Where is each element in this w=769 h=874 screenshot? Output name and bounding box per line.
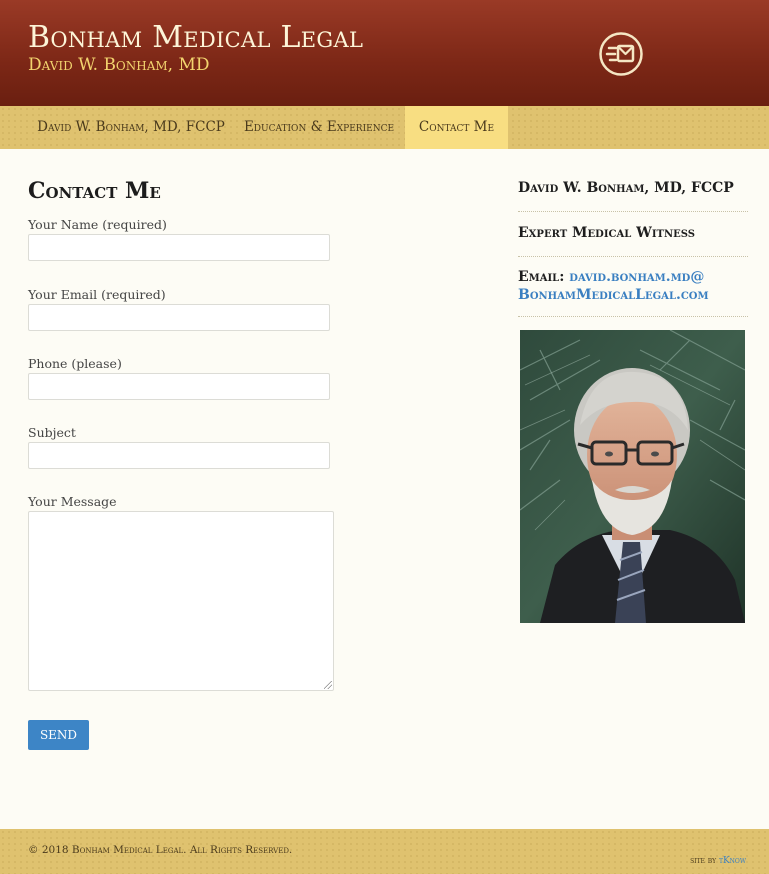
sidebar-name: David W. Bonham, MD, FCCP — [518, 180, 734, 196]
credit-link[interactable]: tKnow — [719, 856, 746, 866]
email-input[interactable] — [28, 304, 330, 331]
nav-item-contact-me[interactable]: Contact Me — [405, 106, 508, 149]
site-header: Bonham Medical Legal David W. Bonham, MD — [0, 0, 769, 106]
message-label: Your Message — [28, 494, 117, 509]
sidebar-role: Expert Medical Witness — [518, 225, 695, 241]
message-textarea[interactable] — [28, 511, 334, 691]
subject-label: Subject — [28, 425, 76, 440]
site-title[interactable]: Bonham Medical Legal — [28, 20, 363, 55]
email-label: Email: — [518, 269, 565, 285]
sidebar-divider — [518, 256, 748, 257]
email-label: Your Email (required) — [28, 287, 166, 302]
sidebar-divider — [518, 211, 748, 212]
nav-item-education-experience[interactable]: Education & Experience — [238, 106, 400, 149]
send-button[interactable]: SEND — [28, 720, 89, 750]
credit-prefix: site by — [690, 856, 717, 866]
phone-label: Phone (please) — [28, 356, 122, 371]
name-input[interactable] — [28, 234, 330, 261]
sidebar-email: Email: david.bonham.md@ BonhamMedicalLega… — [518, 268, 748, 304]
site-credit: site by tKnow — [690, 856, 746, 866]
email-link-part1[interactable]: david.bonham.md@ — [569, 269, 704, 285]
email-link-part2[interactable]: BonhamMedicalLegal.com — [518, 287, 709, 303]
sidebar-divider — [518, 316, 748, 317]
phone-input[interactable] — [28, 373, 330, 400]
main-nav: David W. Bonham, MD, FCCP Education & Ex… — [0, 106, 769, 149]
site-footer: © 2018 Bonham Medical Legal. All Rights … — [0, 829, 769, 874]
copyright-text: © 2018 Bonham Medical Legal. All Rights … — [28, 844, 293, 856]
site-subtitle: David W. Bonham, MD — [28, 55, 210, 75]
portrait-photo — [520, 330, 745, 623]
page-title: Contact Me — [28, 178, 161, 204]
mail-icon[interactable] — [598, 31, 644, 77]
name-label: Your Name (required) — [28, 217, 167, 232]
resize-grip-icon[interactable] — [324, 681, 332, 689]
nav-item-home[interactable]: David W. Bonham, MD, FCCP — [28, 106, 234, 149]
subject-input[interactable] — [28, 442, 330, 469]
